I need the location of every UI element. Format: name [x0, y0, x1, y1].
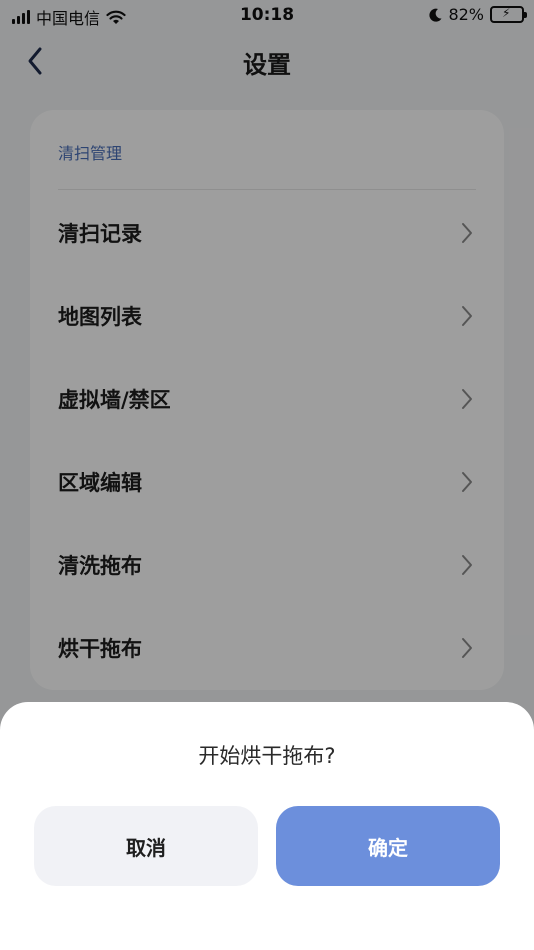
cancel-button[interactable]: 取消 [34, 806, 258, 886]
confirm-dialog: 开始烘干拖布? 取消 确定 [0, 702, 534, 950]
dialog-message: 开始烘干拖布? [198, 744, 336, 768]
confirm-button[interactable]: 确定 [276, 806, 500, 886]
